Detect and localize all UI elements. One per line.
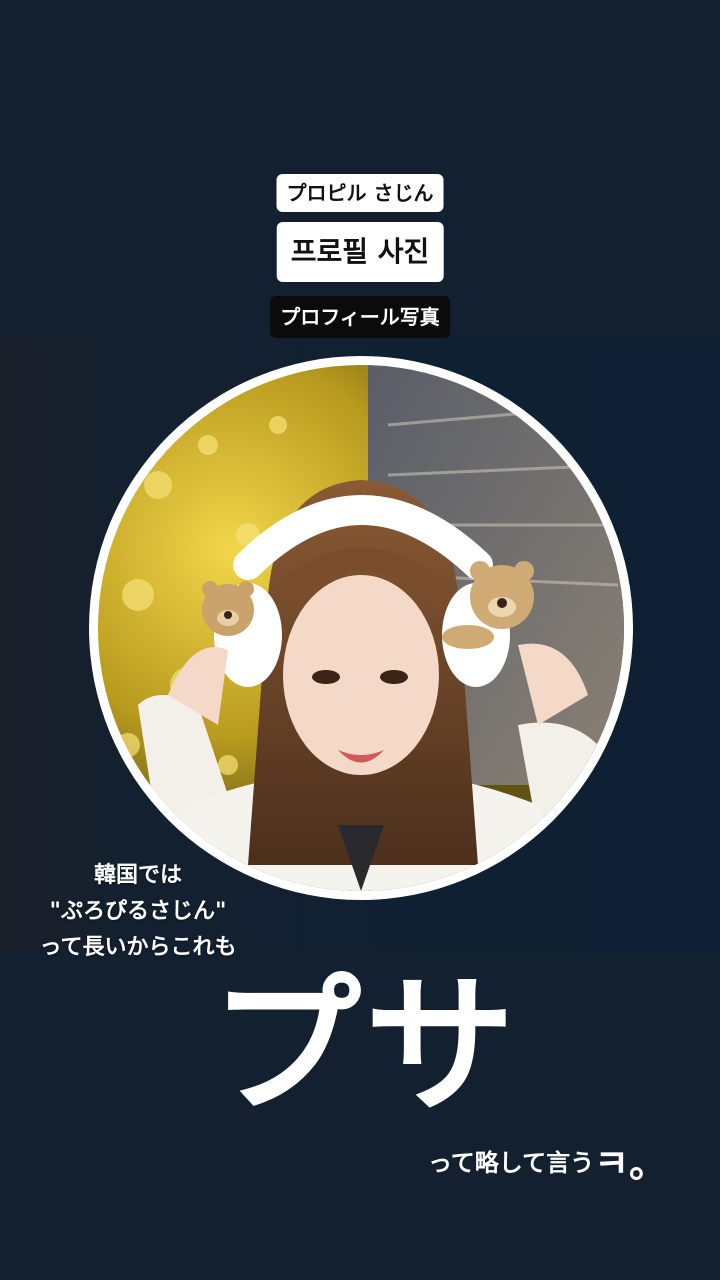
profile-photo xyxy=(98,365,624,891)
profile-photo-illustration xyxy=(98,365,624,891)
profile-photo-frame xyxy=(89,356,633,900)
caption: 韓国では "ぷろぴるさじん" って長いからこれも xyxy=(18,858,258,966)
caption-line-2: "ぷろぴるさじん" xyxy=(49,899,227,924)
tail-text: って略して言う xyxy=(428,1149,595,1177)
tail-emphasis: ㅋ。 xyxy=(594,1142,668,1186)
abbreviation: プサ xyxy=(210,960,519,1134)
background-top xyxy=(0,0,720,338)
label-japanese-word: プロフィール写真 xyxy=(270,296,450,338)
label-katakana-reading: プロピル さじん xyxy=(276,174,444,212)
tail-caption: って略して言うㅋ。 xyxy=(428,1140,667,1187)
caption-line-1: 韓国では xyxy=(93,863,182,888)
label-korean-word: 프로필 사진 xyxy=(276,222,444,282)
